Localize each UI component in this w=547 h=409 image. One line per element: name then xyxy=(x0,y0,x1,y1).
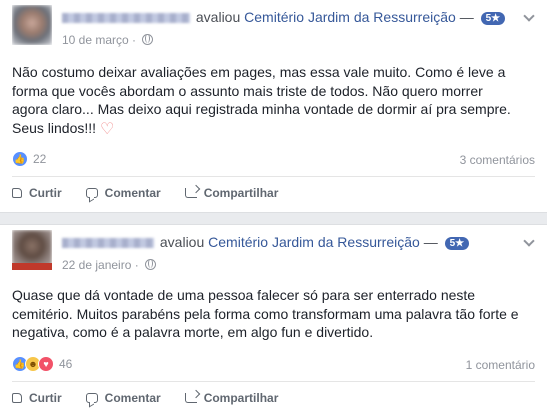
share-label: Compartilhar xyxy=(203,186,279,200)
like-label: Curtir xyxy=(29,391,62,405)
separator: — xyxy=(423,234,438,250)
meta-dot: · xyxy=(132,33,137,47)
share-label: Compartilhar xyxy=(203,391,279,405)
like-button[interactable]: Curtir xyxy=(12,186,62,200)
reactions-summary[interactable]: 👍 ☻ ♥ 46 xyxy=(12,356,72,372)
avatar[interactable] xyxy=(12,230,52,270)
divider xyxy=(12,176,535,177)
page-link[interactable]: Cemitério Jardim da Ressurreição xyxy=(244,9,456,25)
post-meta: 10 de março · xyxy=(62,33,154,47)
share-icon xyxy=(184,393,197,403)
share-icon xyxy=(184,188,197,198)
review-header: avaliou Cemitério Jardim da Ressurreição… xyxy=(62,234,470,250)
chevron-down-icon[interactable] xyxy=(523,235,535,247)
share-button[interactable]: Compartilhar xyxy=(184,391,279,405)
review-text-line: cemitério. Muitos parabéns pela forma co… xyxy=(12,305,519,322)
rating-badge: 5★ xyxy=(444,237,470,250)
like-reaction-icon: 👍 xyxy=(12,151,28,167)
reaction-count: 46 xyxy=(59,357,73,371)
meta-dot: · xyxy=(134,258,139,272)
post-date[interactable]: 22 de janeiro xyxy=(62,258,131,272)
action-bar: Curtir Comentar Compartilhar xyxy=(12,186,278,200)
like-button[interactable]: Curtir xyxy=(12,391,62,405)
review-text-line: agora claro... Mas deixo aqui registrada… xyxy=(12,101,511,117)
globe-icon xyxy=(145,259,157,270)
comment-button[interactable]: Comentar xyxy=(85,391,161,405)
thumbs-up-icon xyxy=(12,393,22,403)
redacted-reviewer-name xyxy=(62,238,154,249)
review-header: avaliou Cemitério Jardim da Ressurreição… xyxy=(62,9,506,25)
reaction-count: 22 xyxy=(33,152,47,166)
share-button[interactable]: Compartilhar xyxy=(184,186,279,200)
review-text-line: forma que vocês abordam o assunto mais t… xyxy=(12,82,483,99)
heart-icon: ♡ xyxy=(99,120,115,138)
review-action: avaliou xyxy=(159,234,205,250)
post-meta: 22 de janeiro · xyxy=(62,258,157,272)
like-label: Curtir xyxy=(29,186,62,200)
review-text-line: Quase que dá vontade de uma pessoa falec… xyxy=(12,287,476,303)
post-date[interactable]: 10 de março xyxy=(62,33,129,47)
action-bar: Curtir Comentar Compartilhar xyxy=(12,391,278,405)
review-text-line: Seus lindos!!! ♡ xyxy=(12,119,537,140)
review-text-tail: Seus lindos!!! xyxy=(12,119,97,136)
redacted-reviewer-name xyxy=(62,13,190,24)
review-action: avaliou xyxy=(195,9,241,25)
comment-icon xyxy=(85,393,98,403)
avatar[interactable] xyxy=(12,5,52,45)
review-text: Quase que dá vontade de uma pessoa falec… xyxy=(12,286,537,342)
comments-count[interactable]: 3 comentários xyxy=(460,153,535,167)
review-text: Não costumo deixar avaliações em pages, … xyxy=(12,63,537,139)
review-card: avaliou Cemitério Jardim da Ressurreição… xyxy=(0,0,547,213)
rating-badge: 5★ xyxy=(480,12,506,25)
review-text-line: Não costumo deixar avaliações em pages, … xyxy=(12,64,506,80)
divider xyxy=(12,381,535,382)
separator: — xyxy=(459,9,474,25)
globe-icon xyxy=(142,34,154,45)
comment-icon xyxy=(85,188,98,198)
chevron-down-icon[interactable] xyxy=(523,10,535,22)
reactions-summary[interactable]: 👍 22 xyxy=(12,151,46,167)
thumbs-up-icon xyxy=(12,188,22,198)
review-card: avaliou Cemitério Jardim da Ressurreição… xyxy=(0,224,547,409)
comment-label: Comentar xyxy=(104,186,161,200)
love-reaction-icon: ♥ xyxy=(38,356,54,372)
comment-label: Comentar xyxy=(104,391,161,405)
review-text-line: negativa, como é a palavra morte, em alg… xyxy=(12,324,374,340)
comments-count[interactable]: 1 comentário xyxy=(466,358,535,372)
comment-button[interactable]: Comentar xyxy=(85,186,161,200)
page-link[interactable]: Cemitério Jardim da Ressurreição xyxy=(208,234,420,250)
